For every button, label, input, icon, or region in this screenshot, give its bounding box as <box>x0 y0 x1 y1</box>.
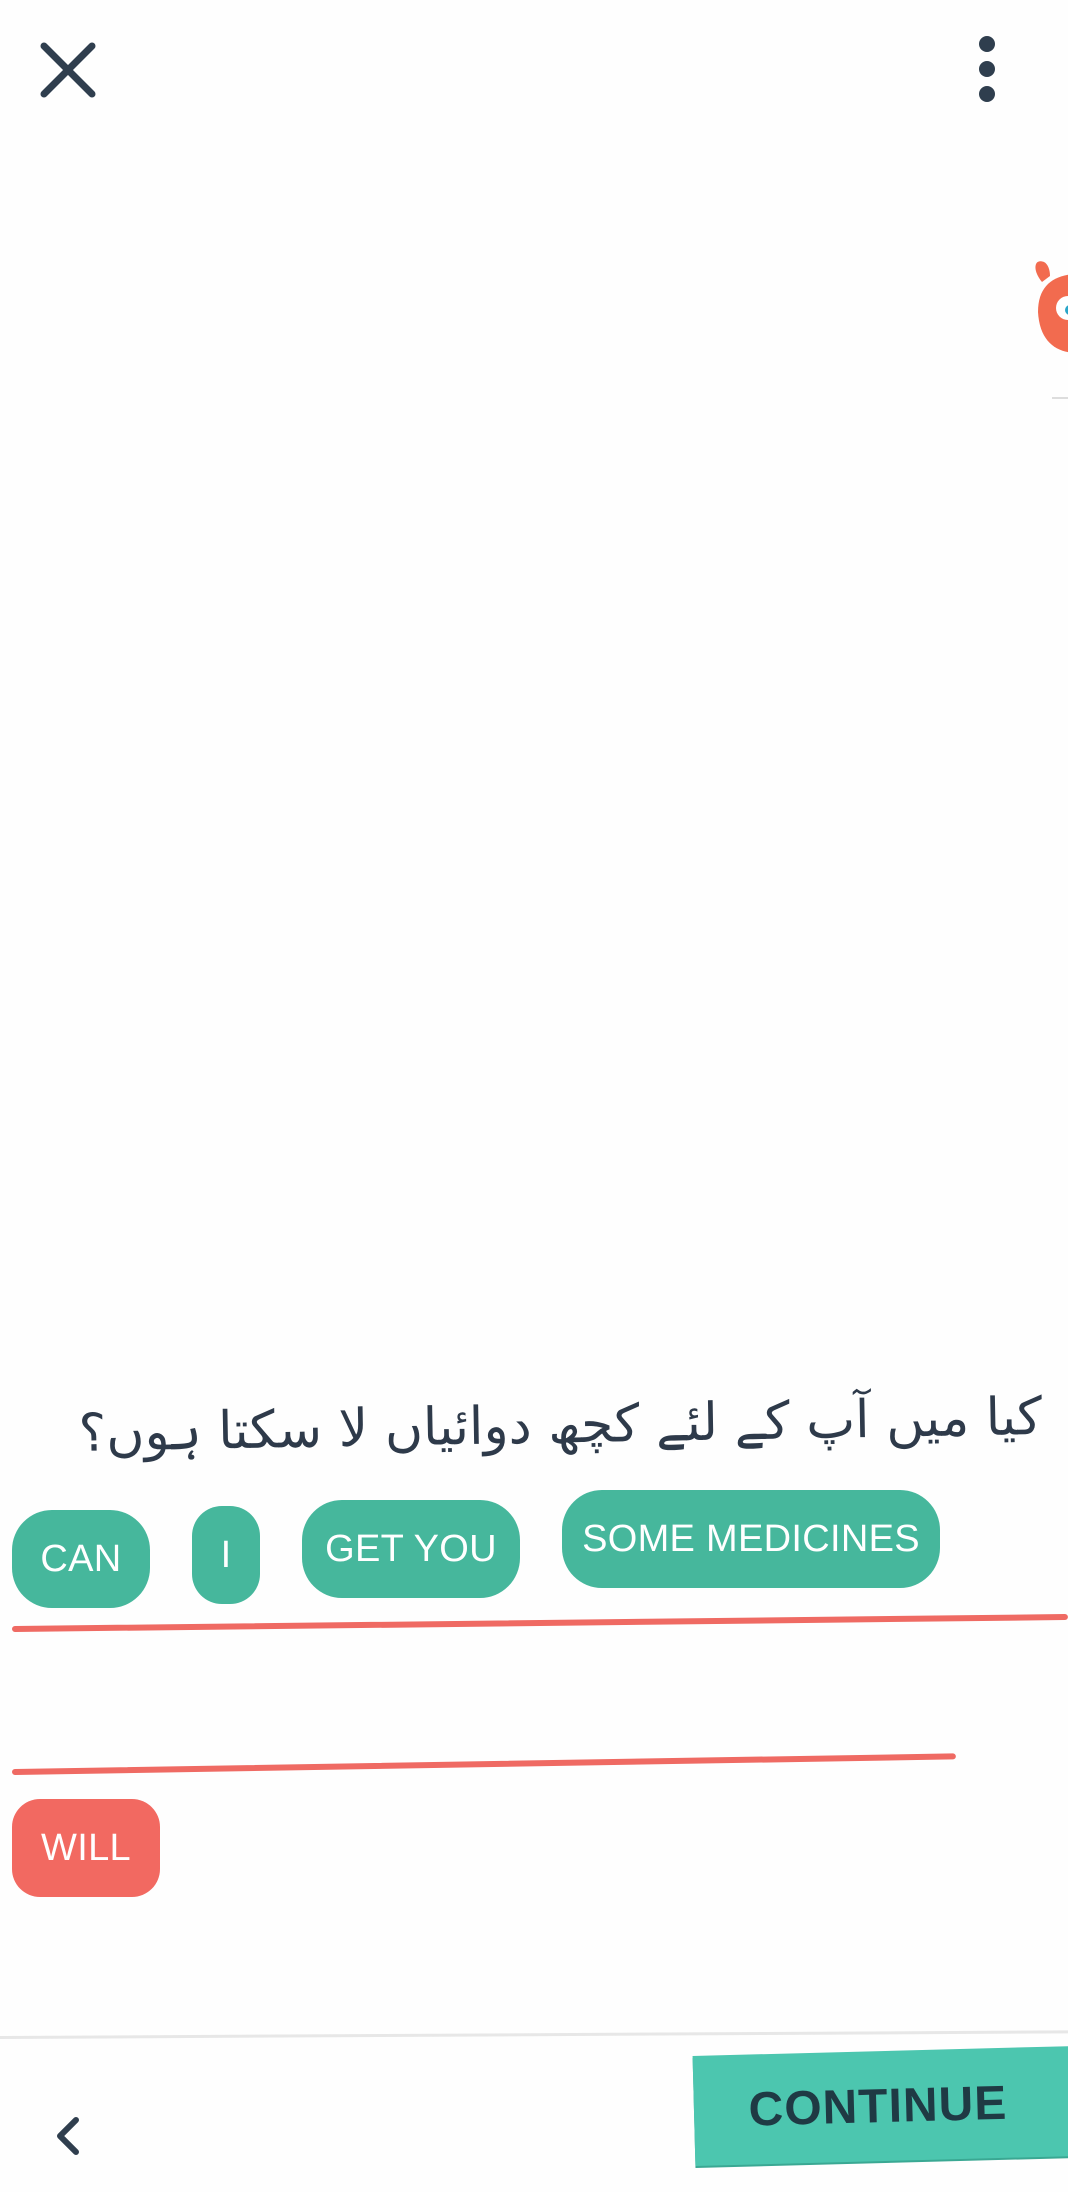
answer-area: CAN I GET YOU SOME MEDICINES <box>0 1486 1068 1626</box>
answer-chip-i[interactable]: I <box>192 1506 260 1604</box>
more-options-button[interactable] <box>962 34 1012 104</box>
word-bank-chip-will[interactable]: WILL <box>12 1799 160 1897</box>
footer-divider <box>0 2030 1068 2039</box>
continue-button[interactable]: CONTINUE <box>692 2045 1068 2166</box>
chevron-left-icon <box>57 2117 79 2155</box>
answer-line-2 <box>11 1753 956 1775</box>
chip-label: SOME MEDICINES <box>582 1517 920 1560</box>
chip-label: WILL <box>41 1826 131 1869</box>
chip-label: I <box>220 1533 232 1576</box>
answer-chip-can[interactable]: CAN <box>12 1510 150 1608</box>
more-vertical-icon <box>979 36 995 102</box>
question-prompt: کیا میں آپ کے لئے کچھ دوائیاں لا سکتا ہو… <box>78 1387 1043 1464</box>
mascot-character <box>1035 261 1068 399</box>
close-button[interactable] <box>30 32 106 108</box>
chip-label: GET YOU <box>325 1527 497 1570</box>
chip-label: CAN <box>40 1537 122 1580</box>
lesson-screen: کیا میں آپ کے لئے کچھ دوائیاں لا سکتا ہو… <box>0 0 1068 2192</box>
answer-chip-some-medicines[interactable]: SOME MEDICINES <box>562 1490 940 1588</box>
answer-chip-get-you[interactable]: GET YOU <box>302 1500 520 1598</box>
close-icon <box>40 42 96 98</box>
continue-label: CONTINUE <box>747 2076 1008 2137</box>
back-button[interactable] <box>46 2106 90 2166</box>
